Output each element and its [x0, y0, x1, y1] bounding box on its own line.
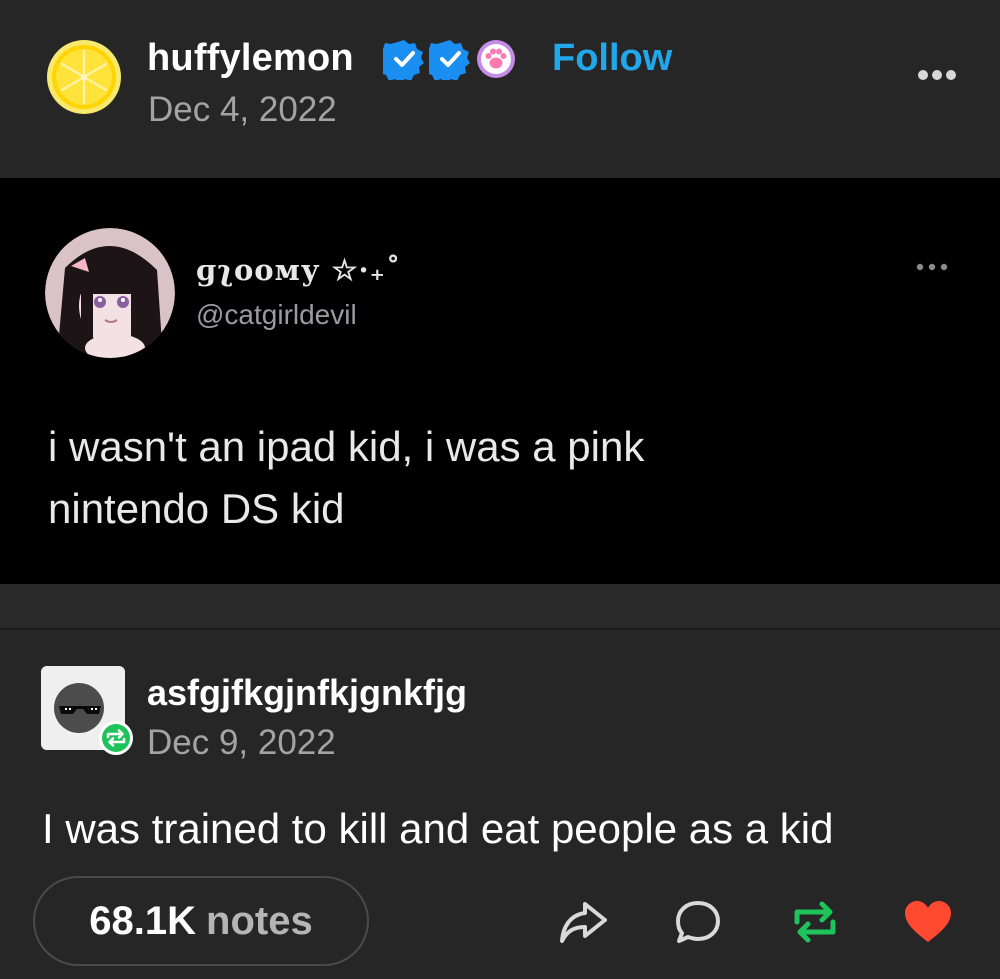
post-date: Dec 4, 2022: [148, 90, 337, 129]
more-options-icon[interactable]: [913, 60, 961, 90]
verified-badge-icon: [429, 40, 470, 80]
share-icon[interactable]: [557, 896, 609, 948]
notes-button[interactable]: 68.1K notes: [33, 876, 369, 966]
post-username[interactable]: huffylemon: [147, 36, 354, 80]
embedded-tweet-image: ɡʅοοму ☆·₊˚ @catgirldevil i wasn't an ip…: [0, 178, 1000, 584]
notes-label: notes: [206, 898, 313, 943]
tweet-handle: @catgirldevil: [196, 299, 357, 330]
avatar-lemon[interactable]: [46, 39, 122, 115]
reblog-icon[interactable]: [789, 896, 841, 948]
reblog-date: Dec 9, 2022: [147, 723, 336, 762]
tweet-display-name: ɡʅοοму ☆·₊˚: [196, 253, 402, 287]
reblog-badge-icon: [99, 721, 133, 755]
reblog-text: I was trained to kill and eat people as …: [42, 805, 834, 852]
tweet-text-line: i wasn't an ipad kid, i was a pink: [48, 423, 645, 470]
badge-group: [383, 38, 517, 80]
paw-badge-icon: [477, 40, 515, 78]
post-divider: [0, 584, 1000, 630]
notes-count: 68.1K: [89, 898, 197, 943]
tweet-more-icon: [916, 263, 948, 271]
tweet-text: i wasn't an ipad kid, i was a pink ninte…: [48, 416, 948, 540]
tweet-text-line: nintendo DS kid: [48, 485, 345, 532]
tweet-avatar: [45, 228, 175, 358]
like-icon[interactable]: [902, 896, 954, 948]
follow-button[interactable]: Follow: [552, 36, 672, 80]
reply-icon[interactable]: [672, 896, 724, 948]
reblogger-username[interactable]: asfgjfkgjnfkjgnkfjg: [147, 672, 467, 714]
verified-badge-icon: [383, 40, 424, 80]
